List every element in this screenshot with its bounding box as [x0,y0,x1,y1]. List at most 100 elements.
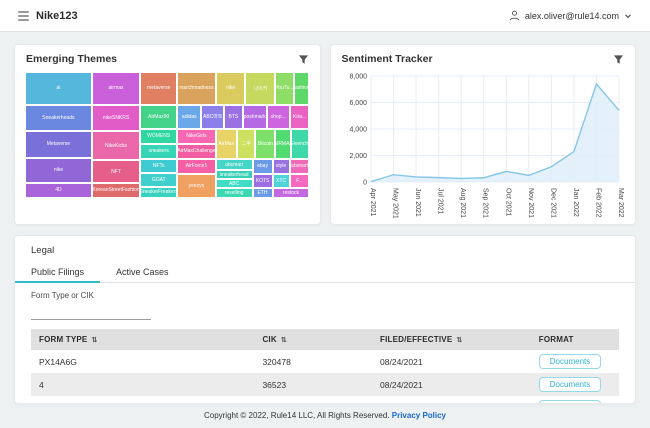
treemap-cell[interactable]: ebay [253,159,273,174]
treemap-cell[interactable]: adidas [177,105,201,129]
svg-text:Aug 2021: Aug 2021 [459,188,466,218]
legal-tabs: Public Filings Active Cases [15,263,635,283]
treemap-cell[interactable]: WOMENS [140,129,177,144]
themes-treemap: aiSneakerheadsMetaversenike4DairmaxnikeS… [25,72,310,198]
treemap-cell[interactable]: BTS [224,105,242,129]
column-header-format: FORMAT [531,329,619,350]
treemap-cell[interactable]: yeezys [177,174,215,198]
treemap-cell[interactable]: AirForce1 [177,159,215,174]
format-cell: Documents [531,350,619,373]
treemap-cell[interactable]: reselling [216,188,253,198]
form-type-cell: 4 [31,396,254,404]
app-title: Nike123 [36,10,78,22]
treemap-cell[interactable]: NFT [92,160,140,183]
svg-text:May 2021: May 2021 [391,188,398,219]
treemap-cell[interactable]: shop... [267,105,290,129]
treemap-cell[interactable]: AirMaxChallenge [177,144,215,159]
treemap-cell[interactable]: metaverse [140,72,177,105]
form-type-cell: 4 [31,373,254,396]
privacy-policy-link[interactable]: Privacy Policy [392,411,446,420]
treemap-cell[interactable]: poshmark [243,105,267,129]
treemap-cell[interactable]: style [273,159,290,174]
svg-text:Feb 2022: Feb 2022 [594,188,601,218]
treemap-cell[interactable]: KoreanStreetFashion [92,183,140,198]
sentiment-tracker-panel: Sentiment Tracker 02,0004,0006,0008,000A… [330,44,637,225]
svg-text:Oct 2021: Oct 2021 [504,188,511,217]
treemap-cell[interactable]: GOAT [140,173,177,187]
table-row: 43652308/24/2021Documents [31,373,619,396]
treemap-cell[interactable]: abcmart [216,159,253,170]
treemap-cell[interactable]: NikeKicks [92,131,140,160]
treemap-cell[interactable]: restock [273,188,310,198]
sort-icon[interactable]: ⇅ [456,337,462,344]
table-header-row: FORM TYPE⇅ CIK⇅ FILED/EFFECTIVE⇅ FORMAT [31,329,619,350]
svg-text:Jul 2021: Jul 2021 [436,188,443,215]
svg-text:4,000: 4,000 [349,127,367,134]
sort-icon[interactable]: ⇅ [281,337,287,344]
treemap-cell[interactable]: ABC [216,179,253,188]
treemap-cell[interactable]: YouTu... [275,72,293,105]
treemap-cell[interactable]: 4D [25,183,92,198]
column-header-filed-effective[interactable]: FILED/EFFECTIVE⇅ [372,329,531,350]
treemap-cell[interactable]: nike [216,72,246,105]
form-type-cik-label: Form Type or CIK [31,291,619,300]
filings-table: FORM TYPE⇅ CIK⇅ FILED/EFFECTIVE⇅ FORMAT … [31,329,619,404]
treemap-cell[interactable]: fashion [294,72,310,105]
treemap-cell[interactable]: sneakerhead [216,170,253,179]
treemap-cell[interactable]: AIRMAX [275,129,291,159]
column-header-form-type[interactable]: FORM TYPE⇅ [31,329,254,350]
column-header-cik[interactable]: CIK⇅ [254,329,372,350]
tab-active-cases[interactable]: Active Cases [100,263,185,282]
treemap-cell[interactable]: ai [25,72,92,105]
treemap-cell[interactable]: AirMax [216,129,237,159]
filter-icon[interactable] [613,54,624,65]
treemap-cell[interactable]: airmax [92,72,140,105]
form-type-cell: PX14A6G [31,350,254,373]
tab-public-filings[interactable]: Public Filings [15,263,100,282]
treemap-cell[interactable]: NikeGirls [177,129,215,144]
treemap-cell[interactable]: Bitcoin [255,129,275,159]
treemap-cell[interactable]: ABC마트 [201,105,224,129]
filter-icon[interactable] [298,54,309,65]
treemap-cell[interactable]: ETH [253,188,273,198]
svg-text:Jun 2021: Jun 2021 [414,188,421,217]
sort-icon[interactable]: ⇅ [91,337,97,344]
treemap-cell[interactable]: nikeSNKRS [92,105,140,131]
treemap-cell[interactable]: 二手 [237,129,255,159]
user-icon [509,10,520,21]
emerging-themes-title: Emerging Themes [26,53,117,65]
svg-text:0: 0 [363,180,367,187]
table-row: 436521408/24/2021Documents [31,396,619,404]
copyright-text: Copyright © 2022, Rule14 LLC, All Rights… [204,411,390,420]
treemap-cell[interactable]: AirMax90 [140,105,177,129]
filed-effective-cell: 08/24/2021 [372,373,531,396]
treemap-cell[interactable]: marchmadness [177,72,215,105]
treemap-cell[interactable]: Kria... [290,105,310,129]
table-row: PX14A6G32047808/24/2021Documents [31,350,619,373]
brand: Nike123 [18,10,78,22]
sentiment-line-chart: 02,0004,0006,0008,000Apr 2021May 2021Jun… [337,70,630,230]
documents-button[interactable]: Documents [539,377,601,392]
treemap-cell[interactable]: Metaverse [25,131,92,157]
treemap-cell[interactable]: nike [25,158,92,183]
svg-text:6,000: 6,000 [349,100,367,107]
treemap-cell[interactable]: XTC [273,174,290,188]
treemap-cell[interactable]: abonart [290,159,310,174]
menu-icon[interactable] [18,11,29,21]
user-menu[interactable]: alex.oliver@rule14.com [509,10,632,21]
documents-button[interactable]: Documents [539,354,601,369]
footer: Copyright © 2022, Rule14 LLC, All Rights… [0,404,650,427]
treemap-cell[interactable]: F... [290,174,310,188]
format-cell: Documents [531,396,619,404]
svg-text:8,000: 8,000 [349,74,367,81]
treemap-cell[interactable]: Givenchy [291,129,309,159]
treemap-cell[interactable]: Sneakerheads [25,105,92,131]
filed-effective-cell: 08/24/2021 [372,396,531,404]
treemap-cell[interactable]: KOTS [253,174,273,188]
treemap-cell[interactable]: sneakers [140,144,177,159]
treemap-cell[interactable]: NFTs [140,159,177,173]
emerging-themes-panel: Emerging Themes aiSneakerheadsMetaversen… [14,44,321,225]
treemap-cell[interactable]: SneakerFreakers [140,187,177,198]
treemap-cell[interactable]: 나이키 [245,72,275,105]
form-type-cik-input[interactable] [31,307,151,320]
